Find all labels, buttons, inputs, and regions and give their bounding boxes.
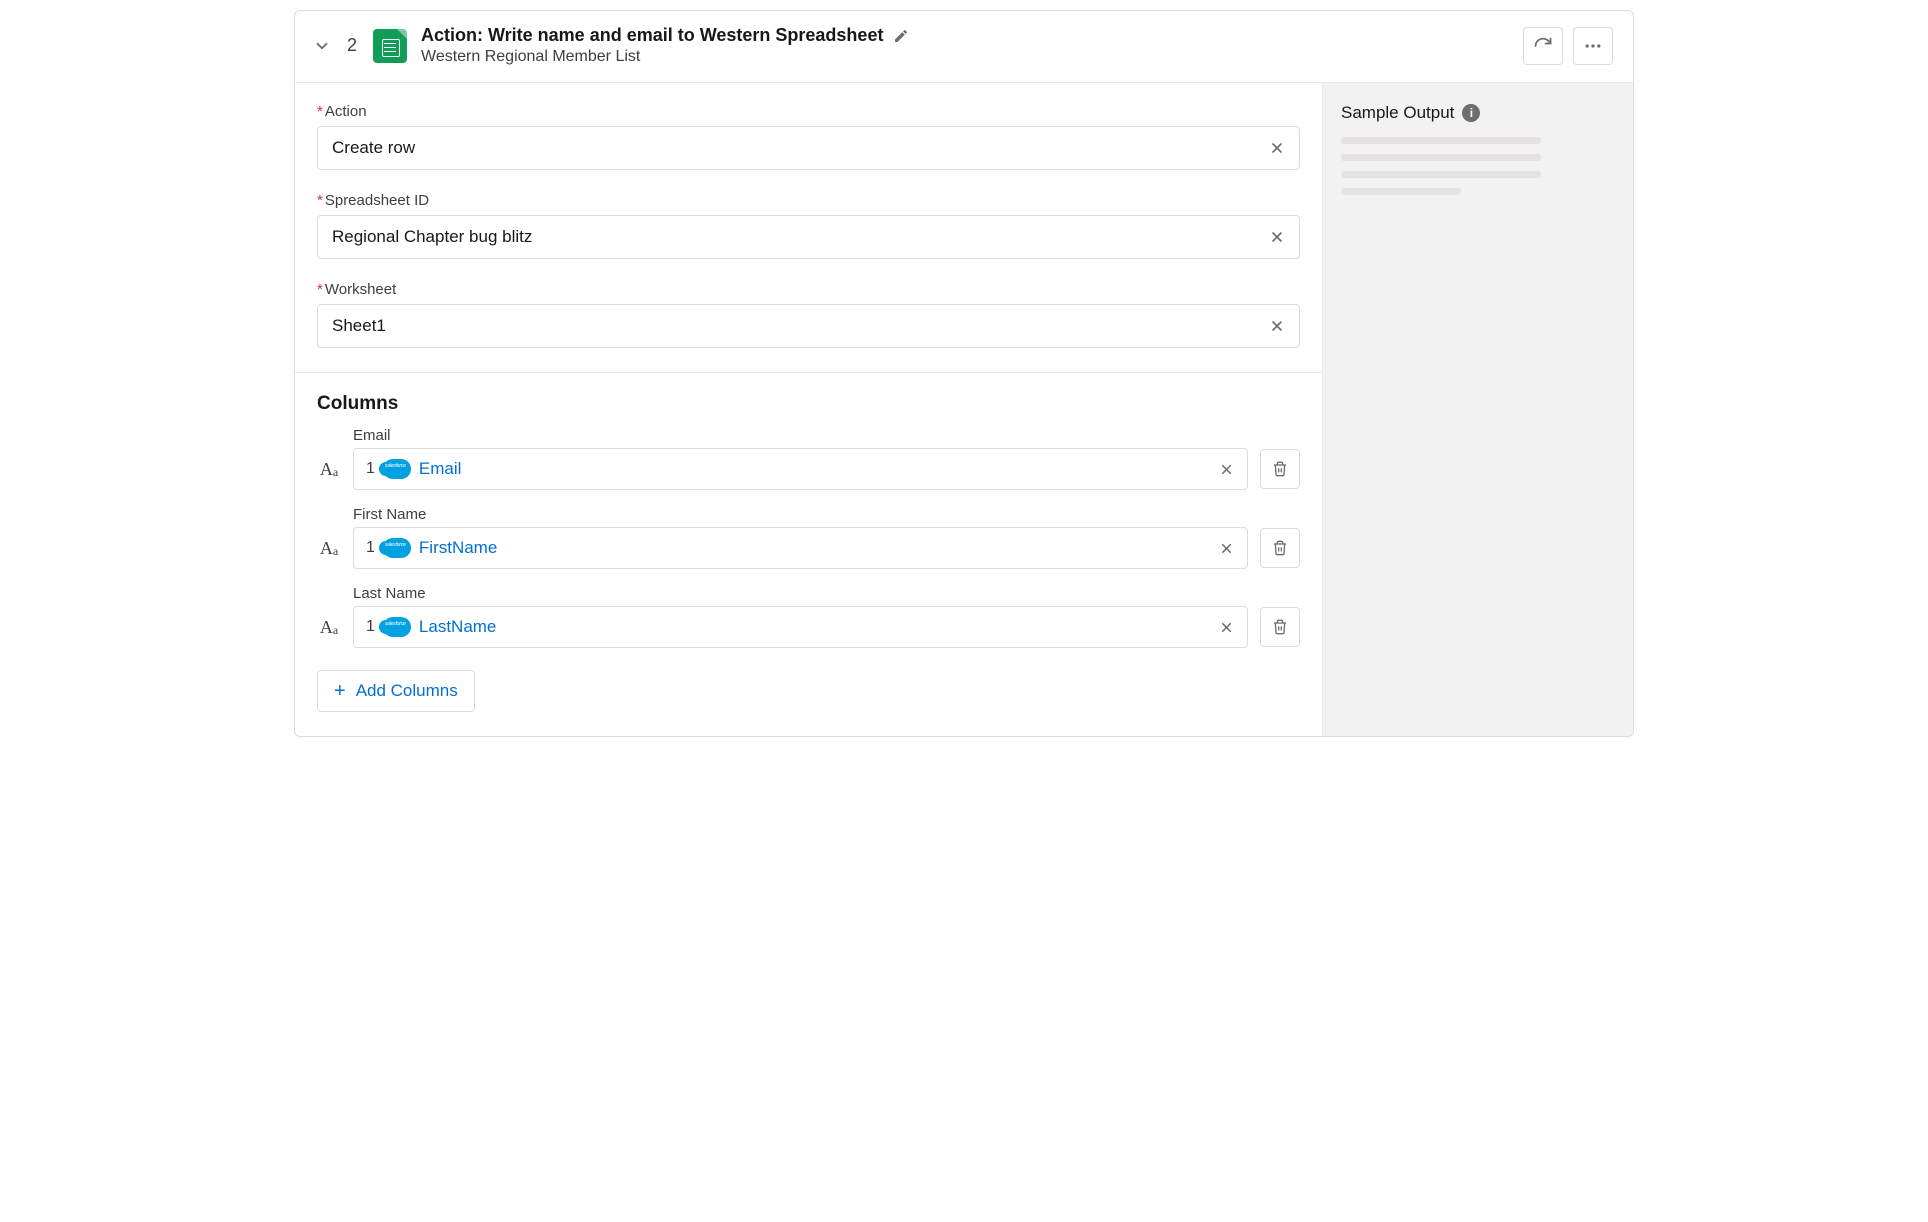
worksheet-value: Sheet1 (332, 316, 386, 336)
skeleton-line (1341, 188, 1461, 195)
trash-icon (1272, 461, 1288, 477)
header-titles: Action: Write name and email to Western … (421, 25, 1509, 66)
action-step-card: 2 Action: Write name and email to Wester… (294, 10, 1634, 737)
add-columns-button[interactable]: + Add Columns (317, 670, 475, 712)
column-source-step: 1 (366, 460, 375, 478)
column-pill-text: Email (419, 459, 462, 479)
plus-icon: + (334, 681, 346, 701)
salesforce-icon (383, 617, 411, 637)
spreadsheet-label: *Spreadsheet ID (317, 192, 1300, 209)
pencil-icon (893, 28, 909, 44)
trash-icon (1272, 540, 1288, 556)
text-type-icon: Aa (317, 617, 341, 638)
columns-section: Columns Email Aa 1 Email (295, 373, 1322, 736)
column-row: Email Aa 1 Email (317, 427, 1300, 490)
column-value-input[interactable]: 1 FirstName (353, 527, 1248, 569)
action-value: Create row (332, 138, 415, 158)
column-delete-button[interactable] (1260, 528, 1300, 568)
column-label: Last Name (353, 585, 1300, 602)
trash-icon (1272, 619, 1288, 635)
worksheet-clear-button[interactable] (1265, 314, 1289, 338)
column-row: First Name Aa 1 FirstName (317, 506, 1300, 569)
action-clear-button[interactable] (1265, 136, 1289, 160)
column-delete-button[interactable] (1260, 449, 1300, 489)
column-value-input[interactable]: 1 Email (353, 448, 1248, 490)
card-body: *Action Create row *Spreadsheet ID Regio… (295, 83, 1633, 736)
text-type-icon: Aa (317, 538, 341, 559)
step-number: 2 (347, 35, 359, 56)
header-actions (1523, 27, 1613, 65)
columns-heading: Columns (317, 393, 1300, 415)
action-combobox[interactable]: Create row (317, 126, 1300, 170)
more-menu-button[interactable] (1573, 27, 1613, 65)
column-clear-button[interactable] (1215, 616, 1237, 638)
column-source-step: 1 (366, 539, 375, 557)
column-delete-button[interactable] (1260, 607, 1300, 647)
close-icon (1269, 140, 1285, 156)
primary-fields-section: *Action Create row *Spreadsheet ID Regio… (295, 83, 1322, 373)
close-icon (1269, 318, 1285, 334)
column-pill-text: FirstName (419, 538, 497, 558)
text-type-icon: Aa (317, 459, 341, 480)
edit-title-button[interactable] (893, 28, 909, 44)
skeleton-line (1341, 137, 1541, 144)
step-title: Action: Write name and email to Western … (421, 25, 883, 46)
column-pill-text: LastName (419, 617, 496, 637)
worksheet-label: *Worksheet (317, 281, 1300, 298)
column-label: First Name (353, 506, 1300, 523)
close-icon (1219, 462, 1234, 477)
chevron-down-icon (313, 37, 331, 55)
spreadsheet-combobox[interactable]: Regional Chapter bug blitz (317, 215, 1300, 259)
refresh-button[interactable] (1523, 27, 1563, 65)
card-header: 2 Action: Write name and email to Wester… (295, 11, 1633, 83)
worksheet-field-group: *Worksheet Sheet1 (317, 281, 1300, 348)
salesforce-icon (383, 459, 411, 479)
refresh-icon (1533, 36, 1553, 56)
column-clear-button[interactable] (1215, 458, 1237, 480)
column-label: Email (353, 427, 1300, 444)
column-row: Last Name Aa 1 LastName (317, 585, 1300, 648)
worksheet-combobox[interactable]: Sheet1 (317, 304, 1300, 348)
more-horizontal-icon (1583, 36, 1603, 56)
google-sheets-icon (373, 29, 407, 63)
spreadsheet-clear-button[interactable] (1265, 225, 1289, 249)
collapse-toggle[interactable] (311, 35, 333, 57)
spreadsheet-value: Regional Chapter bug blitz (332, 227, 532, 247)
close-icon (1219, 541, 1234, 556)
main-pane: *Action Create row *Spreadsheet ID Regio… (295, 83, 1323, 736)
column-value-input[interactable]: 1 LastName (353, 606, 1248, 648)
action-field-group: *Action Create row (317, 103, 1300, 170)
column-clear-button[interactable] (1215, 537, 1237, 559)
close-icon (1219, 620, 1234, 635)
skeleton-line (1341, 154, 1541, 161)
add-columns-label: Add Columns (356, 681, 458, 701)
salesforce-icon (383, 538, 411, 558)
spreadsheet-field-group: *Spreadsheet ID Regional Chapter bug bli… (317, 192, 1300, 259)
column-source-step: 1 (366, 618, 375, 636)
sample-output-info-button[interactable]: i (1462, 104, 1480, 122)
sample-output-title: Sample Output (1341, 103, 1454, 123)
sample-output-pane: Sample Output i (1323, 83, 1633, 736)
action-label: *Action (317, 103, 1300, 120)
skeleton-line (1341, 171, 1541, 178)
step-subtitle: Western Regional Member List (421, 48, 1509, 66)
close-icon (1269, 229, 1285, 245)
